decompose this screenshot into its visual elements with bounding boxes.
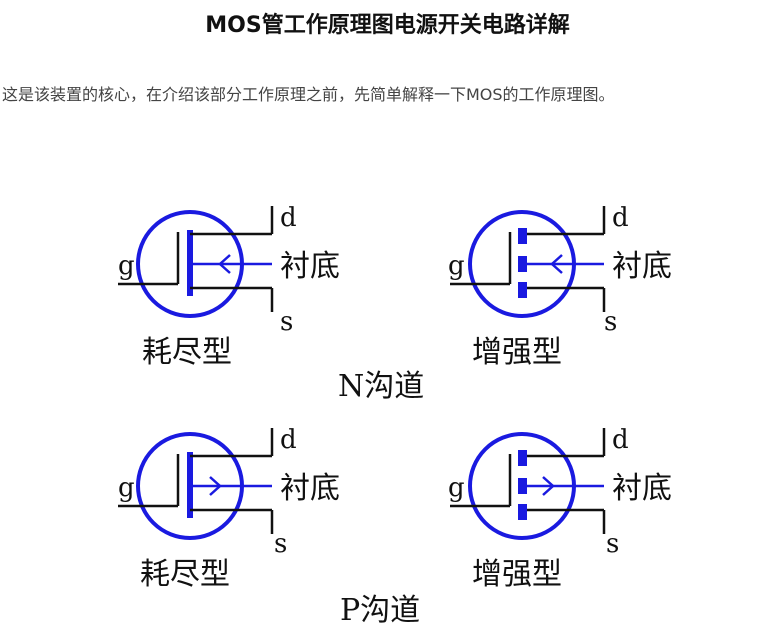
substrate-label: 衬底	[280, 249, 340, 284]
substrate-label: 衬底	[280, 471, 340, 506]
gate-label: g	[118, 473, 135, 503]
source-label: s	[604, 307, 617, 337]
channel-segment	[518, 228, 527, 244]
drain-label: d	[612, 425, 629, 455]
drain-label: d	[280, 203, 297, 233]
type-label: 增强型	[472, 557, 562, 592]
channel-segment	[518, 282, 527, 298]
symbol-n-enhancement	[450, 206, 606, 318]
gate-label: g	[448, 251, 465, 281]
channel-segment	[518, 504, 527, 520]
symbol-p-depletion	[118, 428, 274, 540]
channel-segment	[518, 256, 527, 272]
substrate-label: 衬底	[612, 471, 672, 506]
type-label: 耗尽型	[140, 557, 230, 592]
page-title: MOS管工作原理图电源开关电路详解	[205, 13, 570, 38]
gate-label: g	[118, 251, 135, 281]
drain-label: d	[280, 425, 297, 455]
drain-label: d	[612, 203, 629, 233]
channel-segment	[518, 450, 527, 466]
channel-segment	[518, 478, 527, 494]
symbol-p-enhancement	[450, 428, 606, 540]
type-label: 增强型	[472, 335, 562, 370]
source-label: s	[274, 529, 287, 559]
substrate-label: 衬底	[612, 249, 672, 284]
group-label-n-channel: N沟道	[338, 369, 424, 404]
gate-label: g	[448, 473, 465, 503]
symbol-n-depletion	[118, 206, 274, 318]
mosfet-symbols-diagram: g d s 衬底 耗尽型 g d s 衬底 增强型 N沟道 g d s 衬底 耗…	[118, 203, 672, 628]
source-label: s	[280, 307, 293, 337]
group-label-p-channel: P沟道	[340, 593, 420, 628]
type-label: 耗尽型	[142, 335, 232, 370]
source-label: s	[606, 529, 619, 559]
intro-paragraph: 这是该装置的核心，在介绍该部分工作原理之前，先简单解释一下MOS的工作原理图。	[2, 85, 615, 104]
